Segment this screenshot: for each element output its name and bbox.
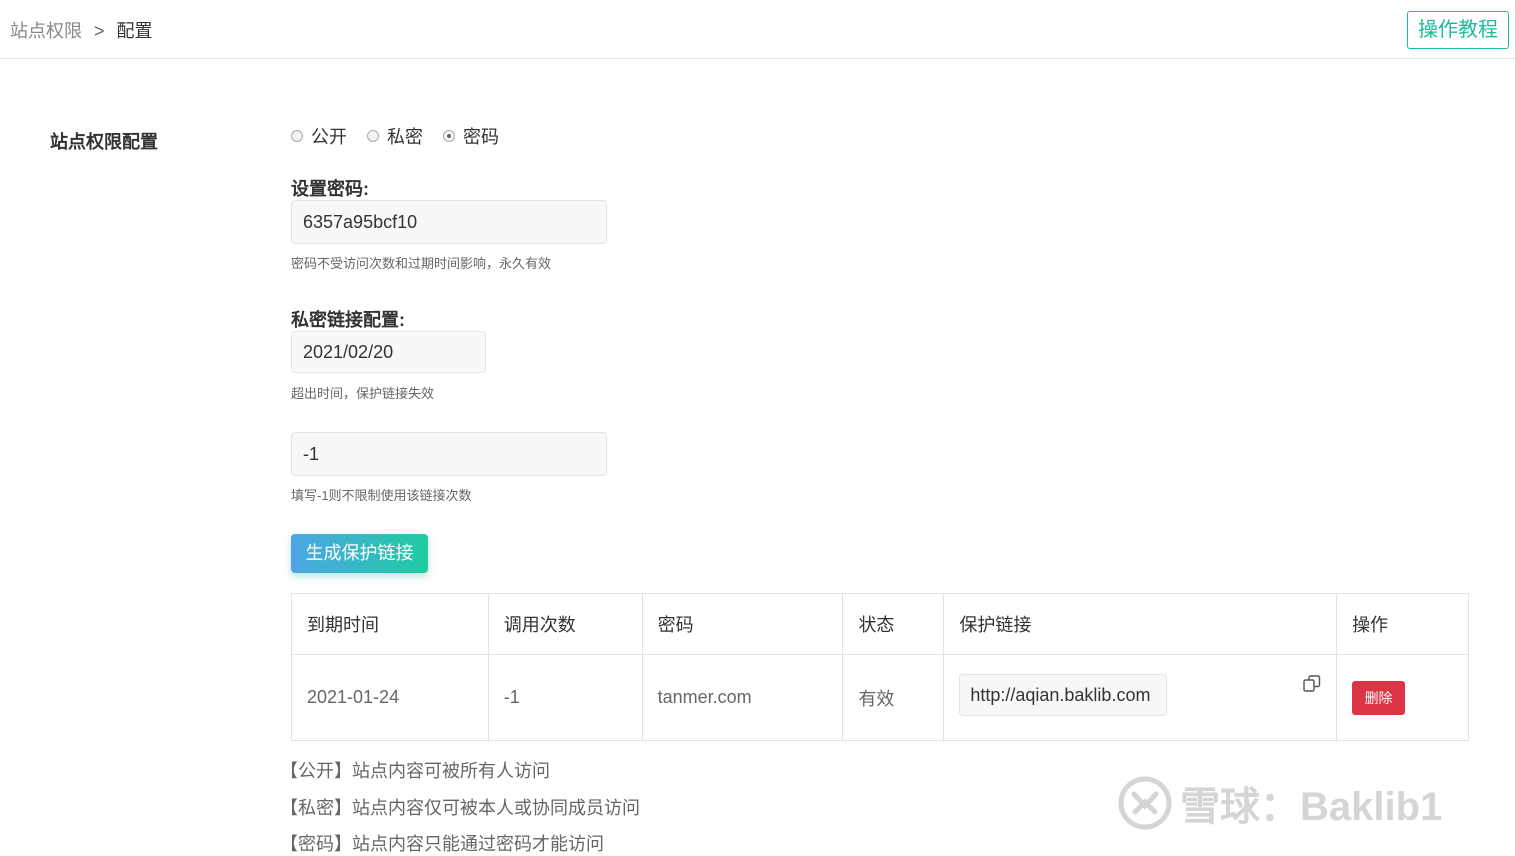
expiry-date-input[interactable]: 2021/02/20 bbox=[291, 331, 486, 373]
protected-link-field[interactable]: http://aqian.baklib.com bbox=[959, 674, 1168, 716]
radio-public[interactable]: 公开 bbox=[291, 123, 347, 149]
delete-button[interactable]: 删除 bbox=[1352, 680, 1406, 715]
access-radio-group: 公开 私密 密码 bbox=[291, 123, 519, 149]
header-count: 调用次数 bbox=[487, 593, 643, 655]
private-link-label: 私密链接配置: bbox=[291, 310, 405, 330]
header-expiry: 到期时间 bbox=[291, 593, 489, 655]
cell-link: http://aqian.baklib.com bbox=[943, 654, 1338, 741]
radio-password-label: 密码 bbox=[463, 127, 499, 147]
table-header-row: 到期时间 调用次数 密码 状态 保护链接 操作 bbox=[291, 593, 1469, 655]
radio-public-circle[interactable] bbox=[291, 130, 303, 142]
copy-icon[interactable] bbox=[1302, 674, 1322, 694]
password-label: 设置密码: bbox=[291, 179, 369, 199]
watermark: 雪球：Baklib1 bbox=[1118, 774, 1442, 832]
usage-count-input[interactable]: -1 bbox=[291, 432, 607, 476]
radio-private-label: 私密 bbox=[387, 127, 423, 147]
password-hint: 密码不受访问次数和过期时间影响，永久有效 bbox=[291, 256, 552, 271]
radio-public-label: 公开 bbox=[311, 127, 347, 147]
table-row: 2021-01-24 -1 tanmer.com 有效 http://aqian… bbox=[291, 654, 1469, 741]
header-action: 操作 bbox=[1336, 593, 1469, 655]
cell-password: tanmer.com bbox=[641, 654, 844, 741]
breadcrumb: 站点权限 > 配置 bbox=[10, 17, 153, 43]
cell-expiry: 2021-01-24 bbox=[291, 654, 489, 741]
top-bar: 站点权限 > 配置 操作教程 bbox=[0, 0, 1515, 59]
header-password: 密码 bbox=[641, 593, 844, 655]
cell-count: -1 bbox=[487, 654, 643, 741]
header-status: 状态 bbox=[842, 593, 945, 655]
tutorial-button[interactable]: 操作教程 bbox=[1407, 11, 1509, 49]
usage-count-hint: 填写-1则不限制使用该链接次数 bbox=[291, 488, 472, 503]
breadcrumb-separator: > bbox=[94, 21, 105, 41]
expiry-hint: 超出时间，保护链接失效 bbox=[291, 386, 435, 401]
radio-private[interactable]: 私密 bbox=[367, 123, 423, 149]
radio-password[interactable]: 密码 bbox=[443, 123, 499, 149]
cell-status: 有效 bbox=[842, 654, 945, 741]
breadcrumb-parent[interactable]: 站点权限 bbox=[10, 21, 82, 41]
description-password: 【密码】站点内容只能通过密码才能访问 bbox=[280, 834, 604, 854]
cell-action: 删除 bbox=[1336, 654, 1469, 741]
protected-links-table: 到期时间 调用次数 密码 状态 保护链接 操作 2021-01-24 -1 ta… bbox=[291, 593, 1469, 741]
snowball-logo-icon bbox=[1118, 776, 1172, 830]
radio-private-circle[interactable] bbox=[367, 130, 379, 142]
header-link: 保护链接 bbox=[943, 593, 1338, 655]
description-public: 【公开】站点内容可被所有人访问 bbox=[280, 761, 550, 781]
password-input[interactable]: 6357a95bcf10 bbox=[291, 200, 607, 244]
generate-link-button[interactable]: 生成保护链接 bbox=[291, 534, 428, 573]
radio-password-circle[interactable] bbox=[443, 130, 455, 142]
watermark-text: 雪球：Baklib1 bbox=[1180, 785, 1443, 829]
description-private: 【私密】站点内容仅可被本人或协同成员访问 bbox=[280, 798, 640, 818]
section-title: 站点权限配置 bbox=[50, 132, 158, 152]
breadcrumb-current: 配置 bbox=[116, 21, 153, 41]
